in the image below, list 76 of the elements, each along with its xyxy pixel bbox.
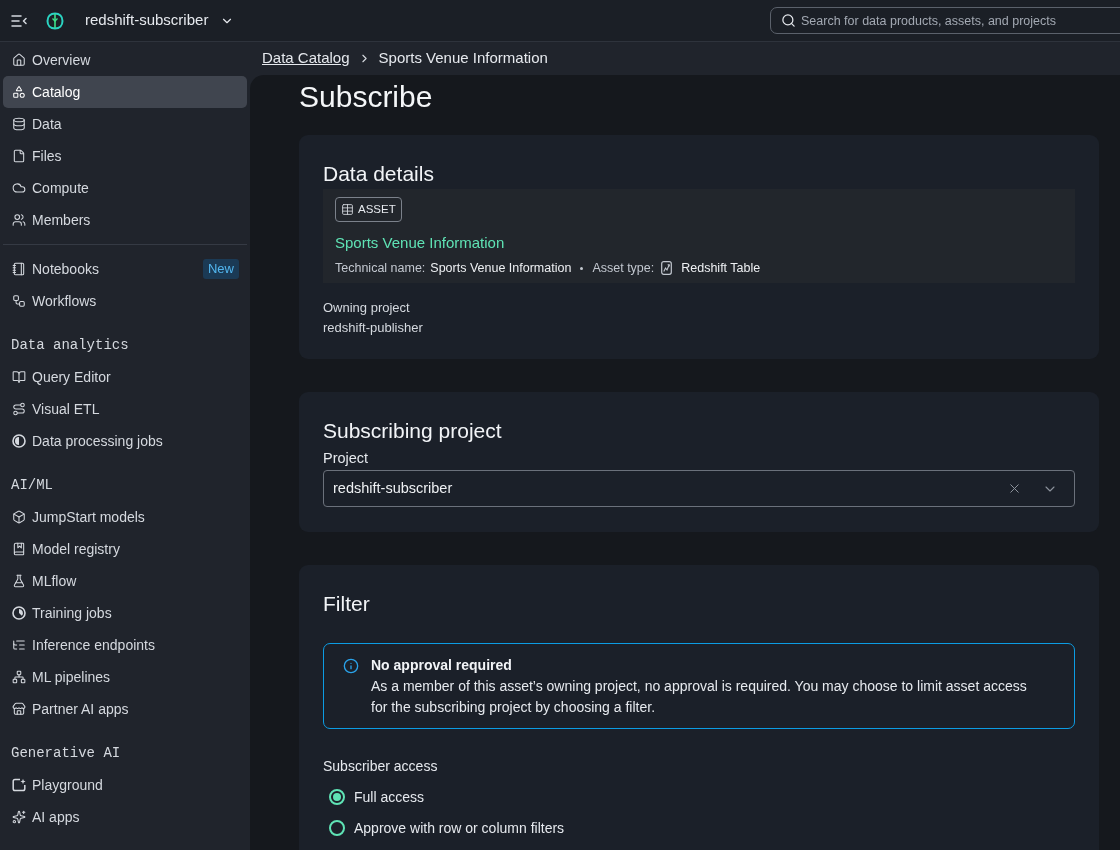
route-icon: [12, 402, 26, 416]
radio-label: Approve with row or column filters: [354, 818, 565, 838]
sidebar-item[interactable]: Workflows: [3, 285, 247, 317]
new-badge: New: [203, 259, 239, 279]
card-title: Filter: [323, 592, 371, 616]
sidebar-item[interactable]: Files: [3, 140, 247, 172]
breadcrumb-link[interactable]: Data Catalog: [262, 47, 350, 70]
sidebar-item[interactable]: ML pipelines: [3, 661, 247, 693]
sidebar-item[interactable]: Query Editor: [3, 361, 247, 393]
field-value: redshift-publisher: [323, 319, 424, 337]
radio-label: Full access: [354, 787, 425, 807]
project-switcher[interactable]: redshift-subscriber: [85, 9, 235, 32]
radio-button[interactable]: [329, 789, 345, 805]
field-label: Asset type:: [592, 260, 655, 276]
alert-title: No approval required: [371, 656, 513, 675]
card-title: Data details: [323, 162, 435, 186]
sidebar-item[interactable]: Data processing jobs: [3, 425, 247, 457]
sparkles-icon: [12, 810, 26, 824]
bookmarked-book-icon: [12, 542, 26, 556]
info-icon: [343, 658, 359, 674]
breadcrumb-current: Sports Venue Information: [378, 48, 548, 69]
collapse-menu-icon: [11, 14, 27, 27]
database-icon: [12, 117, 26, 131]
section-heading: Data analytics: [11, 335, 129, 355]
sidebar-item[interactable]: Model registry: [3, 533, 247, 565]
search-icon: [781, 13, 796, 28]
open-book-icon: [12, 370, 26, 384]
field-label: Subscriber access: [323, 757, 439, 775]
sidebar-item[interactable]: Compute: [3, 172, 247, 204]
sidebar-item[interactable]: Catalog: [3, 76, 247, 108]
sidebar-item[interactable]: MLflow: [3, 565, 247, 597]
search-field[interactable]: Search for data products, assets, and projects: [770, 7, 1120, 34]
file-icon: [12, 149, 26, 163]
field-value: Sports Venue Information: [430, 260, 572, 276]
page-title: Subscribe: [299, 80, 434, 114]
network-icon: [12, 670, 26, 684]
sidebar-item[interactable]: Partner AI apps: [3, 693, 247, 725]
store-icon: [12, 702, 26, 716]
sidebar-item[interactable]: AI apps: [3, 801, 247, 833]
section-heading: Generative AI: [11, 743, 121, 763]
users-icon: [12, 213, 26, 227]
field-label: Project: [323, 449, 370, 467]
sidebar-item[interactable]: Members: [3, 204, 247, 236]
field-label: Owning project: [323, 299, 411, 317]
logo-icon: [46, 11, 64, 30]
sidebar-item[interactable]: Playground: [3, 769, 247, 801]
sidebar-item[interactable]: Inference endpoints: [3, 629, 247, 661]
house-icon: [12, 53, 26, 67]
sidebar-item[interactable]: Notebooks New: [3, 253, 247, 285]
notebook-icon: [12, 262, 26, 276]
sidebar-item[interactable]: Overview: [3, 44, 247, 76]
asset-name-link[interactable]: Sports Venue Information: [335, 233, 505, 253]
shapes-icon: [12, 85, 26, 99]
square-sparkle-icon: [12, 778, 26, 792]
workflow-icon: [12, 294, 26, 308]
alert-message: As a member of this asset’s owning project, no approval is required. You may choose to limit asset access for the subscribing project by choosing a filter.: [371, 677, 1028, 717]
list-tree-icon: [12, 638, 26, 652]
cloud-icon: [12, 181, 26, 195]
table-chart-icon: [661, 261, 673, 275]
table-icon: [341, 203, 354, 216]
flask-icon: [12, 574, 26, 588]
cube-icon: [12, 510, 26, 524]
half-circle-icon: [12, 434, 26, 448]
field-label: Technical name:: [335, 260, 426, 276]
sidebar-item[interactable]: Training jobs: [3, 597, 247, 629]
sidebar-item[interactable]: JumpStart models: [3, 501, 247, 533]
section-heading: AI/ML: [11, 475, 53, 495]
card-title: Subscribing project: [323, 419, 503, 443]
sidebar-item[interactable]: Data: [3, 108, 247, 140]
clear-icon[interactable]: [1007, 481, 1022, 496]
pie-circle-icon: [12, 606, 26, 620]
project-select[interactable]: redshift-subscriber: [323, 470, 1075, 507]
badge-text: ASSET: [358, 201, 396, 217]
radio-button[interactable]: [329, 820, 345, 836]
sidebar-item[interactable]: Visual ETL: [3, 393, 247, 425]
field-value: Redshift Table: [681, 260, 761, 276]
